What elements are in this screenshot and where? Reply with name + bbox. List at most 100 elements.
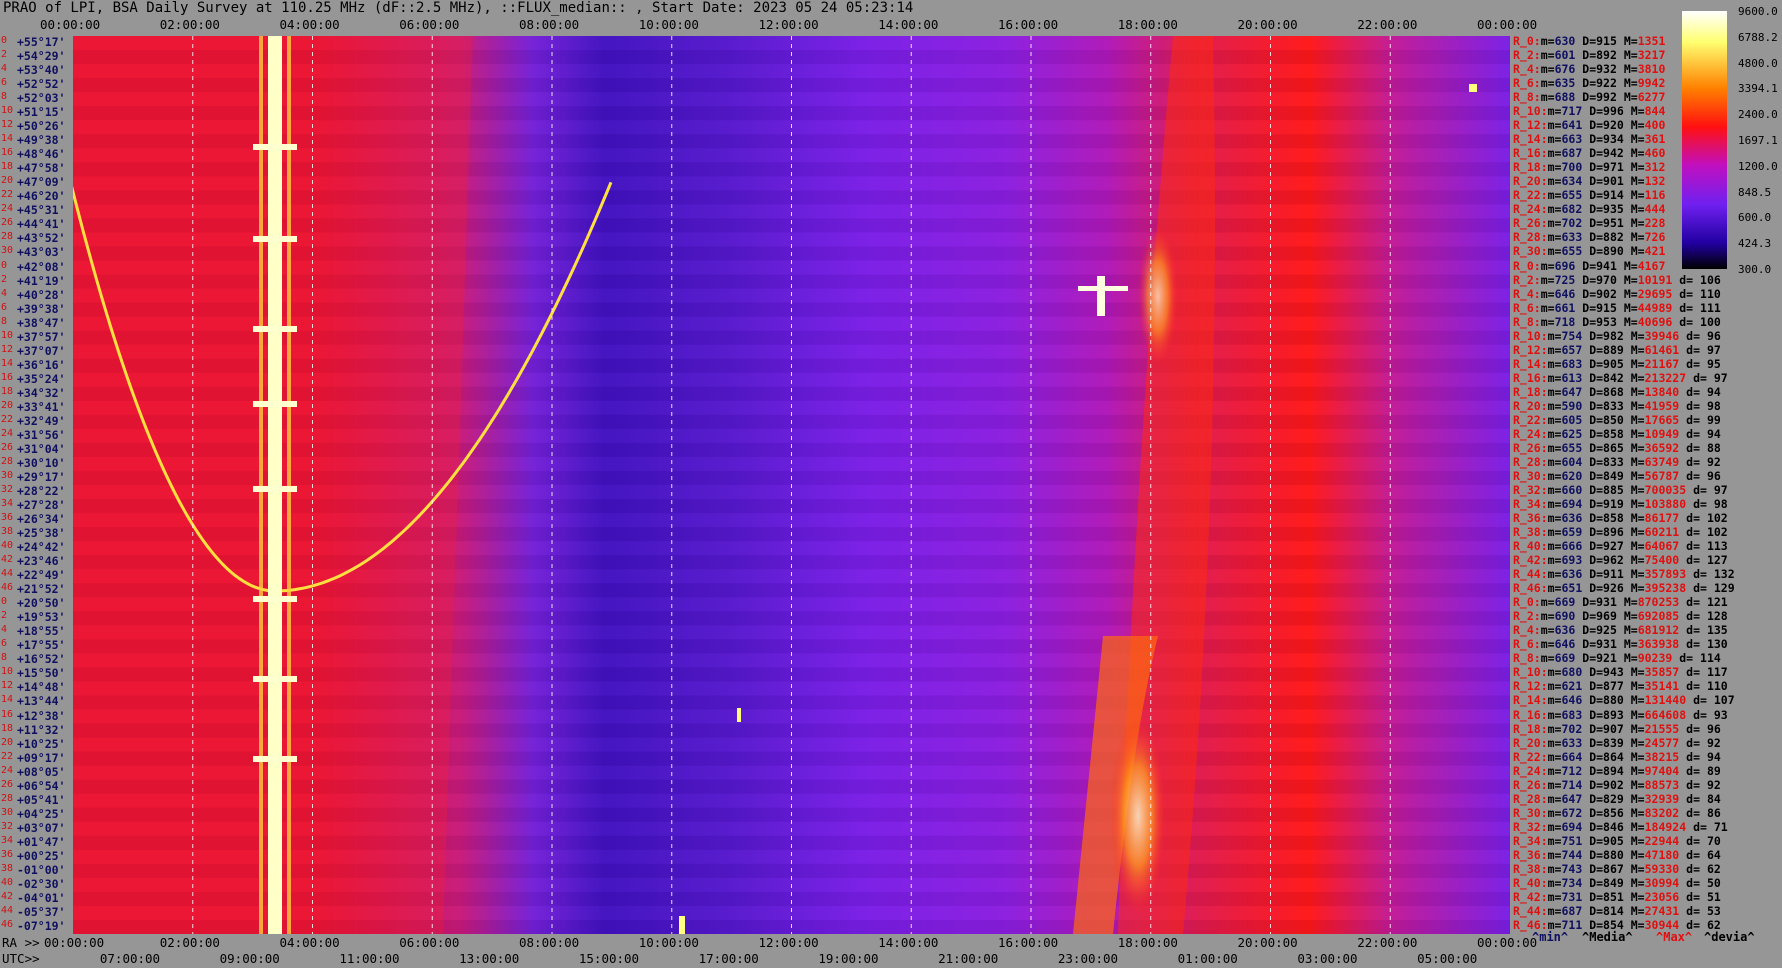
- declination-label: +43°52': [17, 231, 66, 246]
- stat-deviation: 107: [1713, 693, 1735, 708]
- declination-label: +09°17': [17, 750, 66, 765]
- stat-row-name: R_40:: [1513, 875, 1548, 890]
- stat-deviation: 128: [1706, 609, 1728, 624]
- colorbar-tick-label: 2400.0: [1738, 108, 1778, 122]
- top-tick-label: 20:00:00: [1237, 17, 1298, 32]
- declination-label: +08°05': [17, 764, 66, 779]
- declination-label: +17°55': [17, 638, 66, 653]
- stat-median: 814: [1603, 903, 1624, 918]
- stat-row-name: R_28:: [1513, 230, 1548, 245]
- declination-label: +45°31': [17, 203, 66, 218]
- colorbar-tick-label: 600.0: [1738, 211, 1772, 225]
- stat-max: 59330: [1644, 861, 1680, 876]
- stat-row: R_18:m=647 D=868 M=13840 d= 94: [1513, 384, 1721, 399]
- stat-median: 951: [1603, 216, 1624, 231]
- stat-min: 683: [1561, 356, 1583, 371]
- stat-row-name: R_22:: [1513, 749, 1548, 764]
- stat-max: 184924: [1644, 819, 1687, 834]
- declination-label: +26°34': [17, 512, 66, 527]
- row-index: 34: [1, 498, 14, 510]
- stat-max: 38215: [1644, 749, 1680, 764]
- stat-row-name: R_32:: [1513, 819, 1548, 834]
- stat-row: R_6:m=635 D=922 M=9942: [1513, 76, 1666, 91]
- stat-median: 867: [1603, 861, 1624, 876]
- stat-row-name: R_0:: [1513, 595, 1541, 610]
- stat-row: R_0:m=696 D=941 M=4167: [1513, 258, 1666, 273]
- declination-label: +23°46': [17, 554, 66, 569]
- ra-tick-label: 08:00:00: [519, 935, 580, 950]
- top-tick-label: 02:00:00: [159, 17, 220, 32]
- declination-label: +28°22': [17, 484, 66, 498]
- heatmap-plot[interactable]: [73, 36, 1510, 934]
- stat-deviation: 89: [1706, 763, 1721, 778]
- declination-label: +43°03': [17, 245, 66, 260]
- stat-row: R_30:m=672 D=856 M=83202 d= 86: [1513, 805, 1721, 820]
- stat-row-name: R_8:: [1513, 90, 1541, 105]
- stat-row-name: R_18:: [1513, 160, 1548, 175]
- stat-median: 901: [1603, 174, 1624, 189]
- ra-tick-label: 00:00:00: [44, 935, 105, 950]
- utc-tick-label: 11:00:00: [339, 951, 400, 966]
- stat-deviation: 94: [1706, 749, 1721, 764]
- colorbar-tick-label: 424.3: [1738, 237, 1772, 251]
- ra-tick-label: 16:00:00: [998, 935, 1059, 950]
- row-index: 46: [1, 582, 14, 594]
- stat-median: 915: [1596, 34, 1617, 48]
- spot-4: [1469, 84, 1477, 92]
- top-tick-label: 12:00:00: [758, 17, 819, 32]
- stat-max: 97404: [1644, 763, 1680, 778]
- stat-median: 996: [1603, 104, 1624, 119]
- stat-row-name: R_38:: [1513, 525, 1548, 540]
- stat-max: 56787: [1644, 468, 1680, 483]
- stat-deviation: 132: [1713, 567, 1735, 582]
- stat-min: 636: [1554, 623, 1576, 638]
- stat-deviation: 94: [1706, 384, 1721, 399]
- stat-max: 363938: [1637, 637, 1680, 652]
- row-index: 10: [1, 329, 14, 341]
- top-tick-label: 08:00:00: [519, 17, 580, 32]
- stat-min: 664: [1561, 749, 1583, 764]
- stat-row-name: R_34:: [1513, 833, 1548, 848]
- ra-tick-label: 22:00:00: [1357, 935, 1418, 950]
- row-index: 8: [1, 91, 8, 103]
- stat-row: R_4:m=676 D=932 M=3810: [1513, 62, 1666, 77]
- stat-min: 666: [1561, 539, 1583, 554]
- utc-tick-label: 15:00:00: [578, 951, 640, 966]
- declination-label: +32°49': [17, 413, 66, 428]
- declination-label: +22°49': [17, 568, 66, 583]
- row-index: 18: [1, 161, 14, 173]
- stat-max: 35141: [1644, 679, 1680, 694]
- row-index: 44: [1, 568, 14, 580]
- stat-median: 839: [1603, 735, 1624, 750]
- declination-label: +48°46': [17, 147, 66, 162]
- stat-row: R_28:m=604 D=833 M=63749 d= 92: [1513, 454, 1721, 469]
- stat-max: 1351: [1637, 34, 1666, 48]
- declination-label: +21°52': [17, 582, 66, 597]
- stat-row: R_28:m=633 D=882 M=726: [1513, 230, 1666, 245]
- row-index: 6: [1, 638, 8, 650]
- stat-max: 13840: [1644, 384, 1680, 399]
- utc-tick-label: 19:00:00: [818, 951, 879, 966]
- row-index: 40: [1, 540, 14, 552]
- declination-label: +31°56': [17, 427, 66, 442]
- stat-row: R_14:m=646 D=880 M=131440 d= 107: [1513, 693, 1735, 708]
- stat-min: 655: [1561, 440, 1583, 455]
- row-index: 32: [1, 484, 14, 495]
- stat-deviation: 102: [1706, 525, 1728, 540]
- spot-1: [1097, 276, 1105, 316]
- stat-median: 889: [1603, 342, 1624, 357]
- stat-min: 647: [1561, 384, 1583, 399]
- top-tick-label: 14:00:00: [878, 17, 939, 32]
- stat-min: 702: [1561, 216, 1583, 231]
- stat-deviation: 127: [1706, 553, 1728, 568]
- stat-max: 35857: [1644, 665, 1680, 680]
- stat-row-name: R_28:: [1513, 454, 1548, 469]
- stat-deviation: 70: [1706, 833, 1721, 848]
- stat-max: 23056: [1644, 889, 1680, 904]
- ridge-cross: [253, 401, 297, 407]
- row-index: 20: [1, 399, 14, 411]
- stat-min: 669: [1554, 595, 1576, 610]
- stat-deviation: 111: [1700, 300, 1721, 315]
- ridge-edge-right: [287, 36, 291, 934]
- stat-median: 943: [1603, 665, 1624, 680]
